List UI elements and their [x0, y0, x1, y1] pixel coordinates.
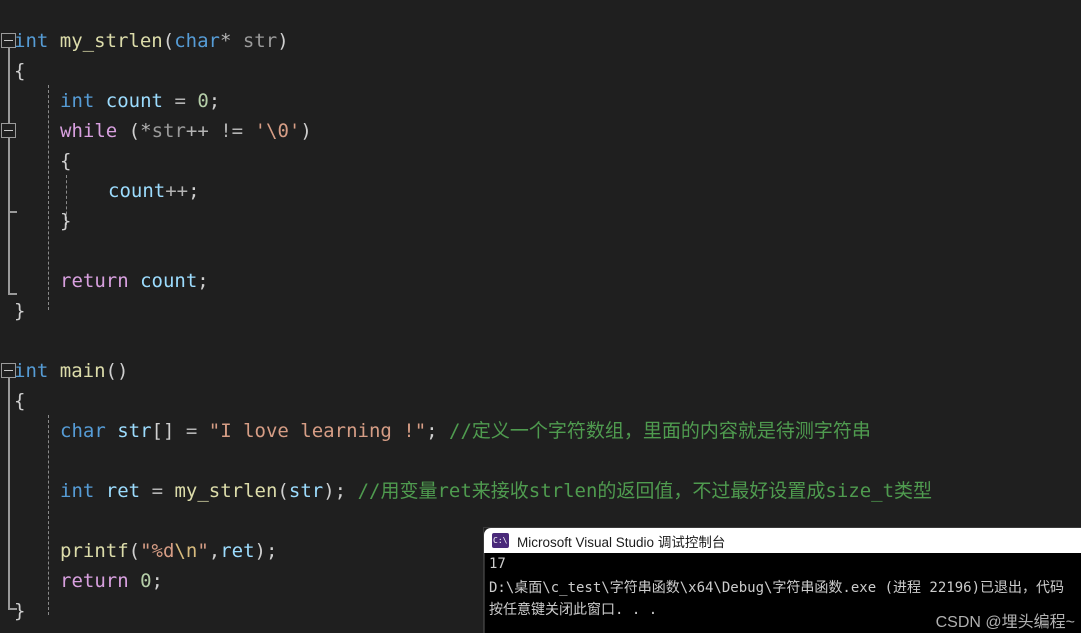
token-control-return: return	[60, 270, 129, 292]
code-line-10: }	[14, 296, 25, 326]
token-semicolon: ;	[151, 570, 163, 592]
screenshot-root: int my_strlen(char* str) { int count = 0…	[0, 0, 1081, 633]
console-output-area[interactable]: 17 D:\桌面\c_test\字符串函数\x64\Debug\字符串函数.ex…	[484, 553, 1081, 633]
token-paren-open: (	[162, 30, 175, 52]
token-brace-close: }	[14, 600, 26, 622]
token-paren-close: )	[277, 30, 289, 52]
console-output-line-1: 17	[489, 556, 506, 572]
token-control-while: while	[60, 120, 118, 142]
token-keyword: int	[14, 360, 49, 382]
token-keyword: int	[60, 90, 95, 112]
token-argument: ret	[220, 540, 255, 562]
token-brace-open: {	[14, 60, 26, 82]
code-line-5: {	[60, 146, 71, 176]
token-function-name: main	[59, 360, 106, 382]
token-deref: *	[140, 120, 152, 142]
console-output-line-3: 按任意键关闭此窗口. . .	[489, 602, 658, 618]
token-paren-close: )	[300, 120, 312, 142]
token-increment: ++	[165, 180, 189, 202]
token-variable: ret	[105, 480, 141, 502]
token-escape-sequence: \n	[174, 540, 198, 562]
token-variable: str	[151, 120, 186, 142]
fold-toggle-while[interactable]	[1, 123, 16, 138]
token-keyword: char	[60, 420, 106, 442]
token-increment: ++	[185, 120, 209, 142]
console-output-line-2: D:\桌面\c_test\字符串函数\x64\Debug\字符串函数.exe (…	[489, 580, 1065, 596]
fold-rail-while	[8, 135, 10, 295]
code-line-1: int my_strlen(char* str)	[14, 26, 289, 56]
token-paren-close: )	[254, 540, 266, 562]
code-line-19: return 0;	[60, 566, 163, 596]
token-semicolon: ;	[197, 270, 209, 292]
code-line-20: }	[14, 596, 25, 626]
token-semicolon: ;	[426, 420, 438, 442]
token-semicolon: ;	[266, 540, 278, 562]
cmd-console-icon	[492, 533, 509, 548]
code-line-2: {	[14, 56, 25, 86]
token-paren-open: (	[128, 120, 141, 142]
token-paren-open: (	[277, 480, 289, 502]
token-control-return: return	[60, 570, 129, 592]
token-assign: =	[174, 90, 186, 112]
token-function-name: my_strlen	[59, 30, 163, 52]
token-semicolon: ;	[334, 480, 347, 502]
fold-rail-function-2	[8, 375, 10, 610]
code-line-4: while (*str++ != '\0')	[60, 116, 312, 146]
token-brackets: []	[151, 420, 175, 442]
code-line-18: printf("%d\n",ret);	[60, 536, 277, 566]
code-line-14: char str[] = "I love learning !"; //定义一个…	[60, 416, 871, 446]
debug-console-window[interactable]: Microsoft Visual Studio 调试控制台 17 D:\桌面\c…	[484, 528, 1081, 633]
indent-guide-level1-b	[48, 415, 49, 615]
token-function-call: my_strlen	[174, 480, 278, 502]
token-number: 0	[197, 90, 209, 112]
fold-rail-foot-while	[8, 293, 17, 295]
console-title-label: Microsoft Visual Studio 调试控制台	[517, 534, 726, 550]
indent-guide-level1-a	[48, 85, 49, 310]
token-keyword: int	[60, 480, 95, 502]
token-string-literal: "%d	[140, 540, 175, 562]
token-semicolon: ;	[188, 180, 200, 202]
token-not-equal: !=	[220, 120, 244, 142]
token-brace-open: {	[60, 150, 72, 172]
token-star: *	[219, 30, 232, 52]
csdn-watermark: CSDN @埋头编程~	[935, 614, 1075, 631]
token-paren-open: (	[128, 540, 141, 562]
token-parens: ()	[105, 360, 129, 382]
code-line-7: }	[60, 206, 71, 236]
token-char-literal: '\0'	[254, 120, 301, 142]
token-argument: str	[288, 480, 324, 502]
token-variable: count	[140, 270, 198, 292]
token-string-literal: "I love learning !"	[208, 420, 427, 442]
token-semicolon: ;	[208, 90, 221, 112]
token-assign: =	[151, 480, 164, 502]
code-line-3: int count = 0;	[60, 86, 220, 116]
token-comment: //用变量ret来接收strlen的返回值，不过最好设置成size_t类型	[357, 480, 933, 502]
code-line-12: int main()	[14, 356, 128, 386]
token-brace-close: }	[14, 300, 26, 322]
token-comment: //定义一个字符数组，里面的内容就是待测字符串	[449, 420, 871, 442]
token-function-call-printf: printf	[60, 540, 129, 562]
token-variable: count	[108, 180, 166, 202]
code-line-6: count++;	[108, 176, 200, 206]
token-brace-open: {	[14, 390, 26, 412]
token-assign: =	[185, 420, 198, 442]
console-title-bar[interactable]: Microsoft Visual Studio 调试控制台	[484, 528, 1081, 553]
token-variable: str	[117, 420, 152, 442]
token-param: str	[242, 30, 278, 52]
token-variable: count	[105, 90, 163, 112]
token-string-literal-end: "	[197, 540, 209, 562]
token-type: char	[174, 30, 220, 52]
code-line-16: int ret = my_strlen(str); //用变量ret来接收str…	[60, 476, 932, 506]
token-brace-close: }	[60, 210, 72, 232]
code-line-13: {	[14, 386, 25, 416]
code-line-9: return count;	[60, 266, 209, 296]
token-keyword: int	[14, 30, 49, 52]
token-number: 0	[140, 570, 152, 592]
token-paren-close: )	[323, 480, 335, 502]
token-comma: ,	[208, 540, 221, 562]
